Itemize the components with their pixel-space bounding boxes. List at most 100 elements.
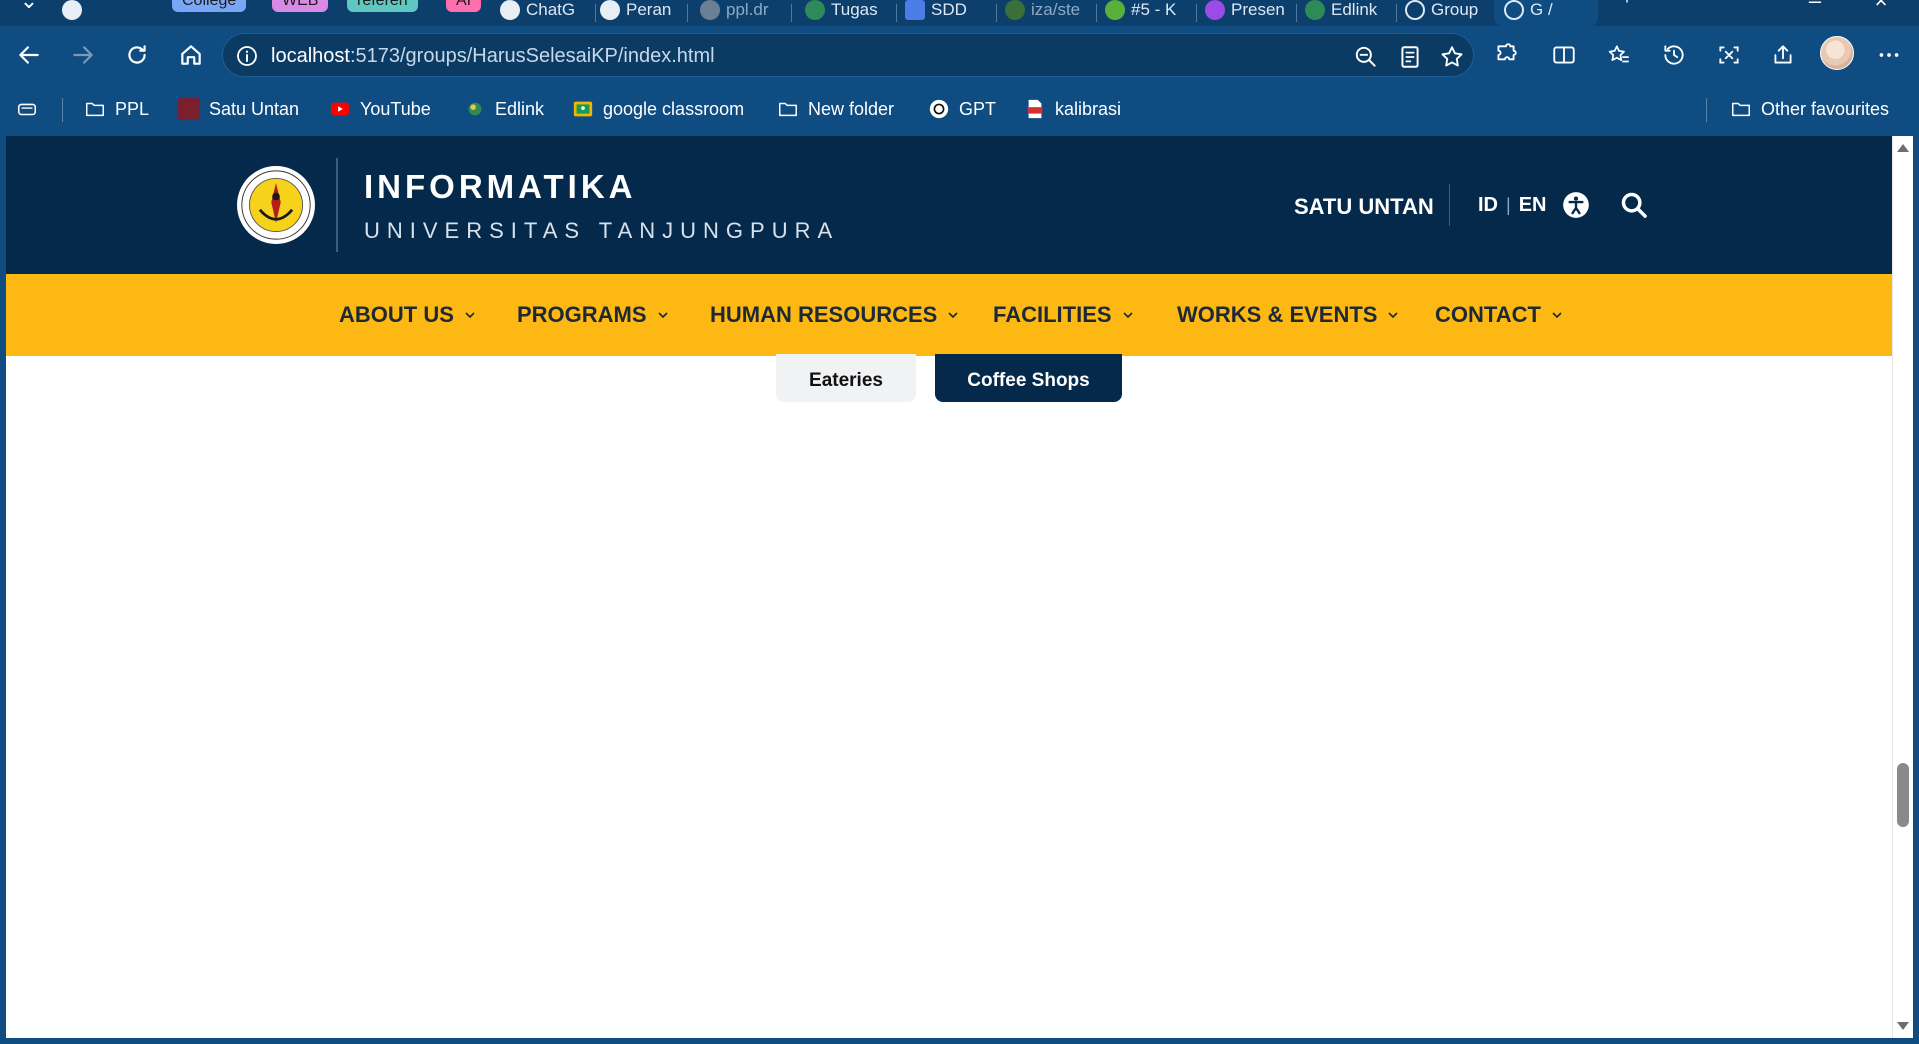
chevron-down-icon — [1552, 312, 1562, 319]
fav-ppl[interactable]: PPL — [84, 96, 149, 122]
lang-separator: | — [1506, 195, 1511, 215]
tab-izaste[interactable]: iza/ste — [1005, 0, 1097, 26]
back-button[interactable] — [12, 38, 46, 72]
tab-peran[interactable]: Peran — [600, 0, 688, 26]
zoom-icon[interactable] — [1353, 44, 1379, 70]
home-button[interactable] — [174, 38, 208, 72]
tab-group-web[interactable]: WEB — [272, 0, 329, 12]
split-screen-button[interactable] — [1549, 40, 1579, 70]
lang-id[interactable]: ID — [1478, 194, 1498, 217]
tab-group-ai[interactable]: AI — [446, 0, 482, 12]
pdf-icon — [1024, 98, 1046, 120]
page-scrollbar[interactable] — [1892, 136, 1913, 1038]
collections-button[interactable] — [16, 96, 38, 122]
reader-mode-icon[interactable] — [1397, 44, 1423, 70]
tab-group[interactable]: Group — [1405, 0, 1493, 26]
favorite-star-icon[interactable] — [1439, 44, 1465, 70]
header-divider — [1449, 184, 1450, 226]
refresh-button[interactable] — [120, 38, 154, 72]
profile-avatar[interactable] — [1820, 36, 1854, 70]
tab-group-label: referen — [357, 0, 408, 9]
active-tab[interactable]: G / — [1494, 0, 1598, 26]
openai-icon — [928, 98, 950, 120]
more-dots-icon — [1879, 53, 1899, 57]
chevron-down-icon — [465, 312, 475, 319]
back-arrow-icon — [19, 46, 39, 64]
accessibility-icon[interactable] — [1562, 191, 1590, 219]
menu-programs[interactable]: PROGRAMS — [517, 302, 669, 328]
history-button[interactable] — [1659, 40, 1689, 70]
tab-label: Edlink — [1331, 0, 1378, 19]
satu-untan-link[interactable]: SATU UNTAN — [1294, 194, 1434, 220]
fav-youtube[interactable]: YouTube — [329, 96, 431, 122]
tab-sdd[interactable]: SDD — [905, 0, 997, 26]
tab-strip: ⌄ College WEB referen AI ChatG Peran ppl… — [0, 0, 1919, 26]
address-bar[interactable]: localhost:5173/groups/HarusSelesaiKP/ind… — [222, 33, 1474, 77]
fav-label: google classroom — [603, 98, 745, 119]
fav-label: kalibrasi — [1055, 98, 1122, 119]
search-icon[interactable] — [1620, 191, 1648, 219]
docs-icon — [905, 0, 925, 20]
tab-label: Tugas — [831, 0, 878, 19]
tab-group-label: College — [182, 0, 237, 9]
scroll-down-arrow-icon[interactable] — [1897, 1022, 1909, 1030]
close-icon[interactable]: × — [1866, 0, 1896, 13]
chatgpt-icon — [500, 0, 520, 20]
menu-facilities[interactable]: FACILITIES — [993, 302, 1134, 328]
url-text[interactable]: localhost:5173/groups/HarusSelesaiKP/ind… — [271, 45, 715, 68]
fav-kalibrasi[interactable]: kalibrasi — [1024, 96, 1121, 122]
collections-icon — [16, 98, 38, 120]
new-tab-icon[interactable]: + — [1612, 0, 1642, 8]
tab-group-label: AI — [456, 0, 472, 9]
share-icon — [1774, 45, 1792, 64]
tab-actions-icon[interactable]: ⌄ — [14, 0, 44, 13]
menu-contact[interactable]: CONTACT — [1435, 302, 1563, 328]
fav-label: Satu Untan — [209, 98, 300, 119]
tab-edlink[interactable]: Edlink — [1305, 0, 1397, 26]
tab-label: ChatG — [526, 0, 576, 19]
scrollbar-thumb[interactable] — [1897, 763, 1909, 827]
menu-human-resources[interactable]: HUMAN RESOURCES — [710, 302, 959, 328]
menu-works-events[interactable]: WORKS & EVENTS — [1177, 302, 1399, 328]
fav-satu-untan[interactable]: Satu Untan — [178, 96, 299, 122]
menu-label: HUMAN RESOURCES — [710, 302, 938, 327]
fav-gpt[interactable]: GPT — [928, 96, 996, 122]
extensions-button[interactable] — [1491, 40, 1521, 70]
workspace-tab[interactable] — [62, 0, 154, 26]
site-title[interactable]: INFORMATIKA — [364, 168, 637, 206]
more-menu-button[interactable] — [1874, 40, 1904, 70]
info-icon[interactable] — [235, 44, 259, 68]
screenshot-button[interactable] — [1714, 40, 1744, 70]
tab-label: iza/ste — [1031, 0, 1081, 19]
logo-divider — [336, 158, 338, 252]
fav-edlink[interactable]: Edlink — [464, 96, 544, 122]
filter-coffee-shops-button[interactable]: Coffee Shops — [935, 354, 1122, 402]
tab-presen[interactable]: Presen — [1205, 0, 1297, 26]
fav-google-classroom[interactable]: google classroom — [572, 96, 744, 122]
filter-eateries-button[interactable]: Eateries — [776, 354, 916, 402]
menu-about-us[interactable]: ABOUT US — [339, 302, 476, 328]
minimize-icon[interactable]: – — [1800, 0, 1830, 13]
browser-toolbar: localhost:5173/groups/HarusSelesaiKP/ind… — [0, 26, 1919, 84]
fav-new-folder[interactable]: New folder — [777, 96, 894, 122]
share-button[interactable] — [1768, 40, 1798, 70]
lang-en[interactable]: EN — [1519, 194, 1547, 217]
tab-ppl[interactable]: ppl.dr — [700, 0, 792, 26]
untan-seal-icon — [241, 170, 311, 240]
site-icon — [1005, 0, 1025, 20]
chatgpt-icon — [600, 0, 620, 20]
history-icon — [1664, 45, 1684, 65]
tab-chatgpt[interactable]: ChatG — [500, 0, 596, 26]
tab-group-college[interactable]: College — [172, 0, 247, 12]
tab-k[interactable]: #5 - K — [1105, 0, 1197, 26]
untan-logo[interactable] — [237, 166, 315, 244]
other-favourites[interactable]: Other favourites — [1730, 96, 1889, 122]
tab-group-referen[interactable]: referen — [347, 0, 418, 12]
forward-button[interactable] — [66, 38, 100, 72]
tab-tugas[interactable]: Tugas — [805, 0, 897, 26]
folder-icon — [777, 98, 799, 120]
favorites-button[interactable] — [1604, 40, 1634, 70]
scroll-up-arrow-icon[interactable] — [1897, 144, 1909, 152]
chevron-down-icon — [1122, 312, 1133, 319]
main-menu: ABOUT US PROGRAMS HUMAN RESOURCES FACILI… — [6, 274, 1892, 356]
